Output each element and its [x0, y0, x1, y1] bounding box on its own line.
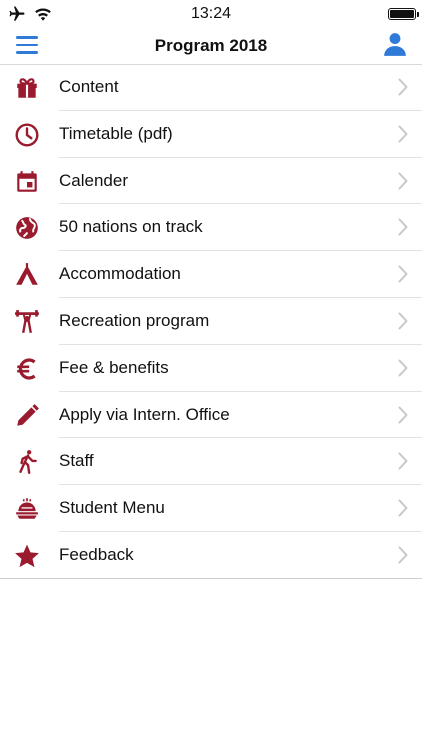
status-time: 13:24	[190, 5, 232, 22]
menu-item-label: Fee & benefits	[59, 357, 169, 377]
walking-person-icon	[19, 450, 37, 475]
chevron-right-icon	[398, 125, 408, 143]
menu-item-label: Accommodation	[59, 264, 181, 284]
airplane-icon	[9, 6, 25, 21]
menu-item-label: Content	[59, 77, 119, 96]
menu-item-label: Calender	[59, 170, 128, 190]
chevron-right-icon	[398, 312, 408, 330]
program-menu-list: Content Timetable (pdf) Calender 50 nations…	[0, 64, 422, 579]
globe-icon	[16, 217, 38, 240]
wifi-icon	[35, 8, 51, 21]
tent-icon	[16, 263, 38, 285]
menu-item-label: Staff	[59, 451, 94, 471]
menu-item-fee-benefits[interactable]: Fee & benefits	[0, 345, 422, 392]
status-icons	[6, 5, 52, 23]
chevron-right-icon	[398, 172, 408, 190]
calendar-icon	[17, 170, 37, 192]
menu-item-label: Recreation program	[59, 310, 210, 330]
battery-icon	[388, 8, 419, 20]
menu-item-label: 50 nations on track	[59, 217, 203, 237]
menu-item-accommodation[interactable]: Accommodation	[0, 251, 422, 298]
weightlifting-icon	[15, 310, 39, 334]
menu-item-feedback[interactable]: Feedback	[0, 532, 422, 579]
menu-item-student-menu[interactable]: Student Menu	[0, 485, 422, 532]
page-title: Program 2018	[154, 36, 268, 55]
row-divider	[0, 577, 422, 579]
chevron-right-icon	[398, 265, 408, 283]
chevron-right-icon	[398, 78, 408, 96]
profile-icon[interactable]	[382, 31, 408, 57]
gift-icon	[17, 78, 37, 98]
euro-icon	[17, 358, 36, 380]
menu-item-50-nations-on-track[interactable]: 50 nations on track	[0, 204, 422, 252]
chevron-right-icon	[398, 406, 408, 424]
star-icon	[15, 544, 39, 568]
menu-item-staff[interactable]: Staff	[0, 438, 422, 486]
menu-item-calender[interactable]: Calender	[0, 158, 422, 205]
chevron-right-icon	[398, 218, 408, 236]
menu-item-recreation-program[interactable]: Recreation program	[0, 298, 422, 345]
chevron-right-icon	[398, 452, 408, 470]
menu-item-timetable-pdf[interactable]: Timetable (pdf)	[0, 111, 422, 158]
menu-item-content[interactable]: Content	[0, 64, 422, 111]
status-bar: 13:24	[0, 0, 422, 28]
pencil-icon	[17, 403, 39, 426]
chevron-right-icon	[398, 499, 408, 517]
menu-item-label: Feedback	[59, 544, 134, 564]
menu-item-apply-via-intern-office[interactable]: Apply via Intern. Office	[0, 392, 422, 439]
menu-item-label: Student Menu	[59, 498, 165, 518]
menu-item-label: Timetable (pdf)	[59, 123, 173, 143]
chevron-right-icon	[398, 546, 408, 564]
food-dish-icon	[16, 498, 38, 519]
clock-icon	[15, 123, 39, 147]
menu-item-label: Apply via Intern. Office	[59, 404, 230, 424]
menu-icon[interactable]	[16, 36, 38, 54]
nav-bar: Program 2018	[0, 28, 422, 65]
chevron-right-icon	[398, 359, 408, 377]
